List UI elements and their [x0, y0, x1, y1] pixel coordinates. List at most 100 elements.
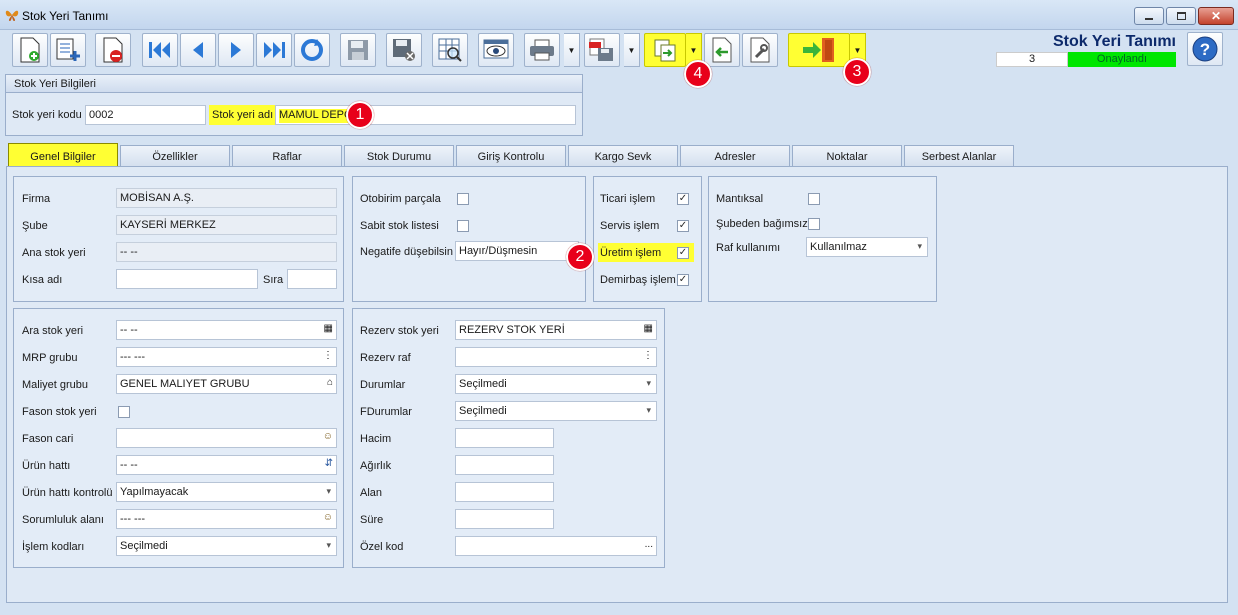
pdf-save-button[interactable] — [584, 33, 620, 67]
urun-hatti-kontrolu-label: Ürün hattı kontrolü — [22, 487, 113, 499]
fason-stok-yeri-label: Fason stok yeri — [22, 406, 97, 418]
close-button[interactable]: ✕ — [1198, 7, 1234, 25]
fason-stok-yeri-checkbox[interactable] — [118, 406, 130, 418]
durumlar-select[interactable]: Seçilmedi — [455, 374, 657, 394]
sira-label: Sıra — [263, 274, 284, 286]
pdf-dropdown[interactable]: ▼ — [624, 33, 640, 67]
rezerv-stok-yeri-input[interactable]: REZERV STOK YERİ ▦ — [455, 320, 657, 340]
grid-search-button[interactable] — [432, 33, 468, 67]
sure-input[interactable] — [455, 509, 554, 529]
save-cancel-button[interactable] — [386, 33, 422, 67]
save-button[interactable] — [340, 33, 376, 67]
stock-code-label: Stok yeri kodu — [12, 109, 82, 121]
tab-giris-kontrolu[interactable]: Giriş Kontrolu — [456, 145, 566, 167]
tree-icon[interactable]: ⋮ — [323, 350, 333, 361]
preview-button[interactable] — [478, 33, 514, 67]
rezerv-raf-input[interactable]: ⋮ — [455, 347, 657, 367]
alan-input[interactable] — [455, 482, 554, 502]
sira-input[interactable] — [287, 269, 337, 289]
maximize-button[interactable] — [1166, 7, 1196, 25]
tree-icon[interactable]: ⋮ — [643, 350, 653, 361]
people-icon[interactable]: ☺ — [323, 431, 333, 442]
butterfly-icon — [5, 10, 19, 21]
fdurumlar-select[interactable]: Seçilmedi — [455, 401, 657, 421]
kisa-adi-input[interactable] — [116, 269, 258, 289]
maximize-icon — [1176, 12, 1186, 20]
subeden-checkbox[interactable] — [808, 218, 820, 230]
refresh-icon — [301, 39, 323, 61]
otobirim-label: Otobirim parçala — [360, 193, 441, 205]
previous-record-button[interactable] — [180, 33, 216, 67]
mrp-grubu-input[interactable]: --- --- ⋮ — [116, 347, 337, 367]
demirbas-checkbox[interactable]: ✓ — [677, 274, 689, 286]
ana-stok-yeri-label: Ana stok yeri — [22, 247, 86, 259]
durumlar-label: Durumlar — [360, 379, 406, 391]
ellipsis-icon[interactable]: ... — [645, 539, 653, 550]
people-icon[interactable]: ☺ — [323, 512, 333, 523]
lookup-icon[interactable]: ▦ — [324, 323, 333, 334]
raf-kullanimi-select[interactable]: Kullanılmaz — [806, 237, 928, 257]
maliyet-grubu-value: GENEL MALIYET GRUBU — [120, 378, 250, 390]
tab-kargo-sevk[interactable]: Kargo Sevk — [568, 145, 678, 167]
stock-name-input[interactable]: MAMUL DEPO — [275, 105, 576, 125]
ara-stok-yeri-input[interactable]: -- -- ▦ — [116, 320, 337, 340]
uretim-checkbox[interactable]: ✓ — [677, 247, 689, 259]
servis-checkbox[interactable]: ✓ — [677, 220, 689, 232]
transfer-button[interactable] — [644, 33, 686, 67]
tab-adresler[interactable]: Adresler — [680, 145, 790, 167]
new-button[interactable] — [12, 33, 48, 67]
maliyet-grubu-input[interactable]: GENEL MALIYET GRUBU ⌂ — [116, 374, 337, 394]
alan-label: Alan — [360, 487, 383, 499]
ozel-kod-input[interactable]: ... — [455, 536, 657, 556]
sube-field: KAYSERİ MERKEZ — [116, 215, 337, 235]
delete-button[interactable] — [95, 33, 131, 67]
refresh-button[interactable] — [294, 33, 330, 67]
marker-1: 1 — [346, 101, 374, 129]
hacim-input[interactable] — [455, 428, 554, 448]
mrp-grubu-label: MRP grubu — [22, 352, 78, 364]
minimize-button[interactable] — [1134, 7, 1164, 25]
ticari-label: Ticari işlem — [600, 193, 656, 205]
sabit-stok-checkbox[interactable] — [457, 220, 469, 232]
sure-label: Süre — [360, 514, 384, 526]
firma-field: MOBİSAN A.Ş. — [116, 188, 337, 208]
add-item-icon — [56, 38, 80, 61]
print-dropdown[interactable]: ▼ — [564, 33, 580, 67]
islem-kodlari-select[interactable]: Seçilmedi — [116, 536, 337, 556]
negatif-label: Negatife düşebilsin — [360, 246, 453, 258]
urun-hatti-kontrolu-select[interactable]: Yapılmayacak — [116, 482, 337, 502]
sorumluluk-input[interactable]: --- --- ☺ — [116, 509, 337, 529]
add-item-button[interactable] — [50, 33, 86, 67]
ticari-checkbox[interactable]: ✓ — [677, 193, 689, 205]
print-button[interactable] — [524, 33, 560, 67]
chevron-down-icon: ▼ — [853, 45, 862, 55]
agirlik-input[interactable] — [455, 455, 554, 475]
last-record-button[interactable] — [256, 33, 292, 67]
stock-code-input[interactable]: 0002 — [85, 105, 206, 125]
uretim-label: Üretim işlem — [600, 247, 662, 259]
first-record-button[interactable] — [142, 33, 178, 67]
next-record-button[interactable] — [218, 33, 254, 67]
marker-2: 2 — [566, 243, 594, 271]
help-button[interactable]: ? — [1187, 32, 1223, 66]
fason-cari-input[interactable]: ☺ — [116, 428, 337, 448]
import-button[interactable] — [704, 33, 740, 67]
lookup-icon[interactable]: ▦ — [644, 323, 653, 334]
marker-3: 3 — [843, 58, 871, 86]
tools-button[interactable] — [742, 33, 778, 67]
minimize-icon — [1145, 18, 1153, 20]
tab-raflar[interactable]: Raflar — [232, 145, 342, 167]
tab-stok-durumu[interactable]: Stok Durumu — [344, 145, 454, 167]
tab-serbest-alanlar[interactable]: Serbest Alanlar — [904, 145, 1014, 167]
rezerv-stok-yeri-label: Rezerv stok yeri — [360, 325, 439, 337]
exit-button[interactable] — [788, 33, 850, 67]
otobirim-checkbox[interactable] — [457, 193, 469, 205]
tab-ozellikler[interactable]: Özellikler — [120, 145, 230, 167]
tab-noktalar[interactable]: Noktalar — [792, 145, 902, 167]
urun-hatti-input[interactable]: -- -- ⇵ — [116, 455, 337, 475]
negatif-select[interactable]: Hayır/Düşmesin — [455, 241, 579, 261]
marker-4: 4 — [684, 60, 712, 88]
line-icon[interactable]: ⇵ — [325, 458, 333, 469]
mantiksal-checkbox[interactable] — [808, 193, 820, 205]
bank-icon[interactable]: ⌂ — [327, 377, 333, 388]
